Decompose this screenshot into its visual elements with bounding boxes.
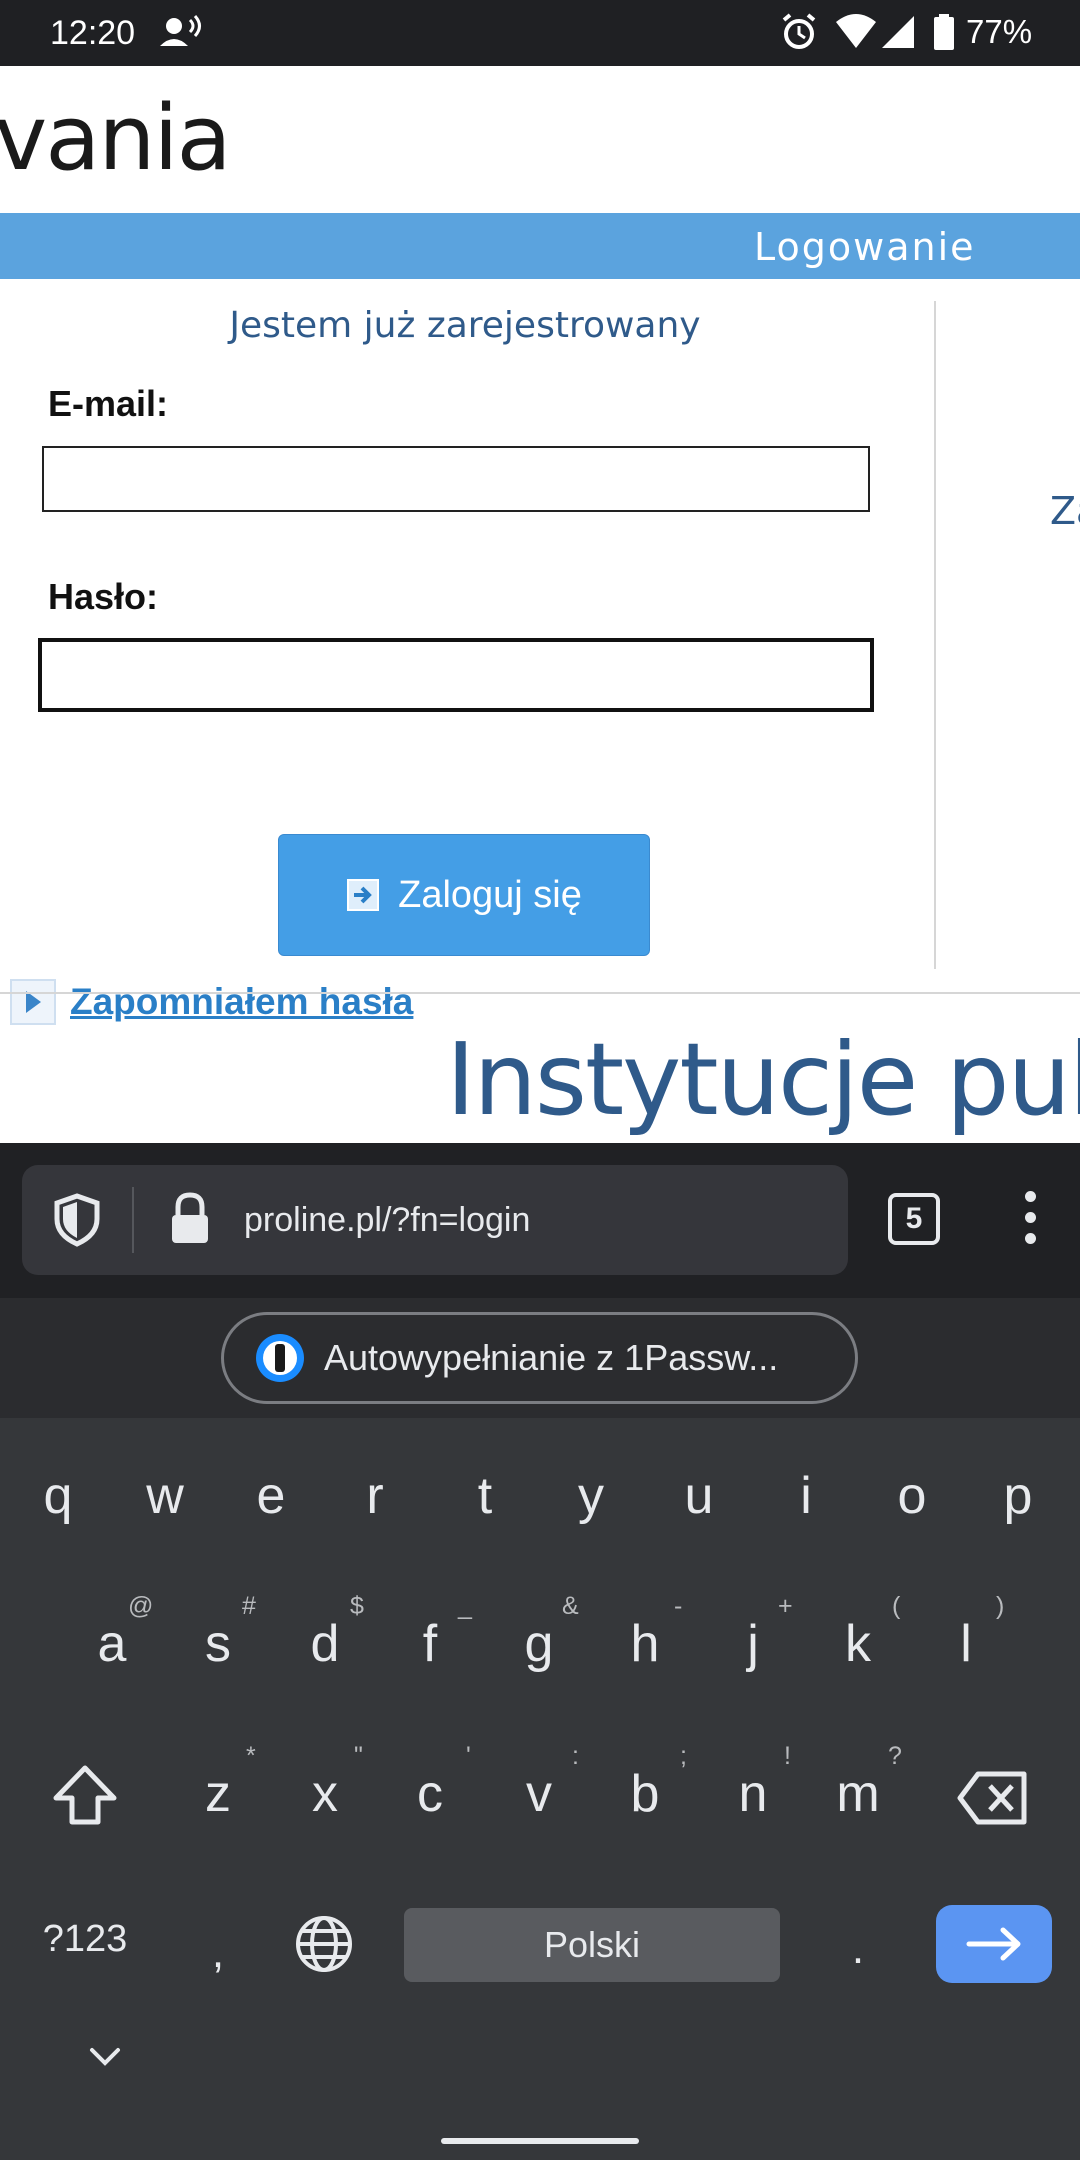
key-s-hint: # [242, 1592, 256, 1620]
key-c-hint: ' [466, 1742, 471, 1770]
section-title: Instytucje public [446, 1021, 1080, 1138]
key-a-hint: @ [128, 1592, 154, 1620]
period-key[interactable]: . [808, 1924, 908, 1974]
key-x[interactable]: x [275, 1764, 375, 1824]
register-column-fragment: Za [1050, 489, 1080, 533]
key-g[interactable]: g [489, 1614, 589, 1674]
key-p[interactable]: p [968, 1466, 1068, 1526]
key-m[interactable]: m [808, 1764, 908, 1824]
key-o[interactable]: o [862, 1466, 962, 1526]
1password-icon [256, 1334, 304, 1382]
page-heading: vania [0, 86, 232, 191]
play-arrow-icon [10, 979, 56, 1025]
key-k[interactable]: k [808, 1614, 908, 1674]
key-j-hint: + [778, 1592, 793, 1620]
key-l-hint: ) [996, 1592, 1005, 1620]
key-c[interactable]: c [380, 1764, 480, 1824]
space-bar[interactable]: Polski [404, 1908, 780, 1982]
section-separator [0, 992, 1080, 994]
forgot-password[interactable]: Zapomniałem hasła [10, 979, 413, 1025]
key-s[interactable]: s [168, 1614, 268, 1674]
key-d-hint: $ [350, 1592, 364, 1620]
section-bar-title: Logowanie [754, 225, 976, 269]
autofill-chip[interactable]: Autowypełnianie z 1Passw... [221, 1312, 858, 1404]
key-v-hint: : [572, 1742, 579, 1770]
url-text[interactable]: proline.pl/?fn=login [244, 1201, 530, 1240]
shift-icon[interactable] [50, 1762, 120, 1828]
home-indicator[interactable] [441, 2138, 639, 2144]
address-bar[interactable]: proline.pl/?fn=login [22, 1165, 848, 1275]
key-h-hint: - [674, 1592, 683, 1620]
key-n-hint: ! [784, 1742, 791, 1770]
backspace-icon[interactable] [956, 1770, 1030, 1826]
address-bar-divider [132, 1187, 134, 1253]
enter-button[interactable] [936, 1905, 1052, 1983]
autofill-label: Autowypełnianie z 1Passw... [324, 1337, 779, 1378]
status-time: 12:20 [50, 14, 136, 52]
key-j[interactable]: j [703, 1614, 803, 1674]
key-k-hint: ( [892, 1592, 901, 1620]
voice-assistant-icon [160, 14, 201, 46]
login-button[interactable]: Zaloguj się [278, 834, 650, 956]
lock-icon [172, 1192, 208, 1243]
key-n[interactable]: n [703, 1764, 803, 1824]
shield-icon[interactable] [52, 1193, 102, 1247]
globe-icon[interactable] [294, 1914, 354, 1974]
email-label: E-mail: [48, 383, 169, 424]
key-y[interactable]: y [541, 1466, 641, 1526]
cellular-signal-icon [882, 16, 914, 48]
key-a[interactable]: a [62, 1614, 162, 1674]
key-v[interactable]: v [489, 1764, 589, 1824]
login-subheading: Jestem już zarejestrowany [229, 305, 701, 346]
key-m-hint: ? [888, 1742, 902, 1770]
key-e[interactable]: e [221, 1466, 321, 1526]
hide-keyboard-icon[interactable] [88, 2046, 122, 2068]
key-u[interactable]: u [649, 1466, 749, 1526]
key-h[interactable]: h [595, 1614, 695, 1674]
login-panel: Jestem już zarejestrowany Za E-mail: Has… [0, 279, 1080, 1059]
key-d[interactable]: d [275, 1614, 375, 1674]
key-t[interactable]: t [435, 1466, 535, 1526]
key-f-hint: _ [458, 1592, 472, 1620]
key-z-hint: * [246, 1742, 256, 1770]
key-b[interactable]: b [595, 1764, 695, 1824]
alarm-icon [782, 13, 816, 49]
key-i[interactable]: i [756, 1466, 856, 1526]
key-z[interactable]: z [168, 1764, 268, 1824]
key-b-hint: ; [680, 1742, 687, 1770]
password-label: Hasło: [48, 576, 159, 617]
password-field[interactable] [38, 638, 874, 712]
key-q[interactable]: q [8, 1466, 108, 1526]
symbols-key[interactable]: ?123 [30, 1918, 140, 1961]
section-bar: Logowanie [0, 213, 1080, 279]
keyboard: q w e r t y u i o p a @ s # d $ f _ g & … [0, 1418, 1080, 2160]
arrow-right-icon [966, 1927, 1021, 1961]
screen: 12:20 77% vania Logowanie Jestem już zar… [0, 0, 1080, 2160]
autofill-strip: Autowypełnianie z 1Passw... [0, 1298, 1080, 1418]
login-icon [347, 879, 380, 911]
tab-switcher-button[interactable]: 5 [888, 1193, 940, 1245]
web-page: vania Logowanie Jestem już zarejestrowan… [0, 66, 1080, 1143]
key-l[interactable]: l [916, 1614, 1016, 1674]
battery-percentage: 77% [966, 13, 1033, 50]
status-bar: 12:20 77% [0, 0, 1080, 66]
key-r[interactable]: r [325, 1466, 425, 1526]
key-w[interactable]: w [115, 1466, 215, 1526]
battery-icon [934, 14, 954, 50]
key-g-hint: & [562, 1592, 579, 1620]
comma-key[interactable]: , [168, 1928, 268, 1978]
wifi-icon [836, 14, 876, 48]
email-field[interactable] [42, 446, 870, 512]
key-f[interactable]: f [380, 1614, 480, 1674]
column-divider [934, 301, 936, 969]
browser-toolbar: proline.pl/?fn=login 5 [0, 1143, 1080, 1298]
login-button-label: Zaloguj się [398, 873, 582, 916]
menu-icon[interactable] [1018, 1191, 1042, 1251]
key-x-hint: " [354, 1742, 363, 1770]
forgot-password-link[interactable]: Zapomniałem hasła [70, 981, 413, 1023]
